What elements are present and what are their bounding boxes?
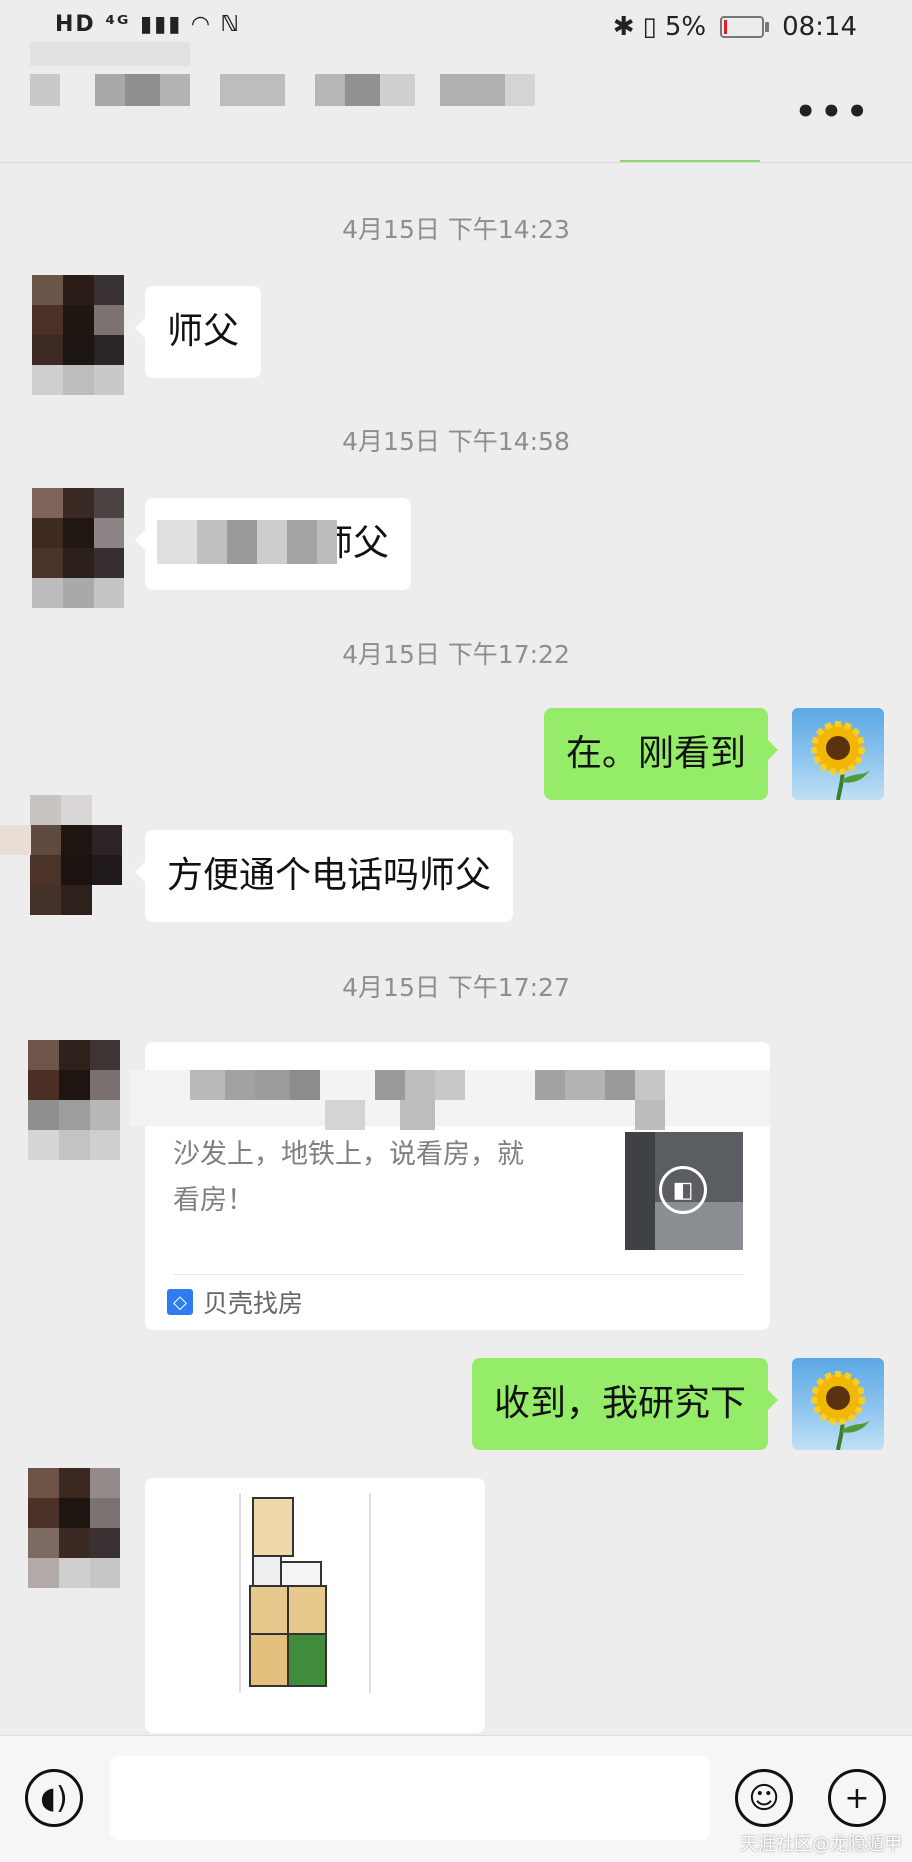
sunflower-icon <box>811 1371 870 1450</box>
input-bar: ◖) ☺ + 天涯社区@龙隐遁甲 <box>0 1735 912 1862</box>
message-text: 收到，我研究下 <box>493 1383 746 1424</box>
message-bubble-received[interactable]: 方便通个电话吗师父 <box>134 830 514 922</box>
emoji-button[interactable]: ☺ <box>735 1769 793 1827</box>
card-source: ◇ 贝壳找房 <box>167 1284 303 1320</box>
message-bubble-sent[interactable]: 在。刚看到 <box>543 708 779 800</box>
message-bubble-received[interactable]: 师父 <box>134 286 262 378</box>
chat-header: ••• <box>0 42 912 163</box>
status-right: ✱ ▯ 5% 08:14 <box>613 12 857 42</box>
bluetooth-icon: ✱ <box>612 12 635 42</box>
floorplan-image[interactable] <box>145 1478 485 1733</box>
watermark: 天涯社区@龙隐遁甲 <box>740 1834 902 1855</box>
link-card[interactable]: 沙发上，地铁上，说看房，就 看房！ ◧ ◇ 贝壳找房 <box>130 1042 770 1330</box>
message-input[interactable] <box>110 1756 710 1840</box>
message-text: 在。刚看到 <box>565 733 746 774</box>
vibrate-icon: ▯ <box>642 12 657 42</box>
beike-logo-icon: ◇ <box>167 1289 193 1315</box>
loading-bar <box>620 160 760 162</box>
timestamp: 4月15日 下午17:27 <box>342 973 570 1002</box>
timestamp: 4月15日 下午14:23 <box>342 215 570 244</box>
timestamp: 4月15日 下午17:22 <box>342 640 570 669</box>
contact-avatar[interactable] <box>0 795 122 915</box>
message-bubble-received[interactable]: 师父 <box>134 498 412 590</box>
emoji-icon: ☺ <box>748 1780 780 1816</box>
message-bubble-sent[interactable]: 收到，我研究下 <box>471 1358 779 1450</box>
contact-avatar[interactable] <box>28 1468 120 1588</box>
my-avatar[interactable] <box>792 1358 884 1450</box>
message-text: 方便通个电话吗师父 <box>167 855 492 896</box>
my-avatar[interactable] <box>792 708 884 800</box>
card-thumbnail: ◧ <box>625 1132 743 1250</box>
status-indicators: HD ⁴ᴳ ▮▮▮ ◠ ℕ <box>55 12 241 37</box>
clock: 08:14 <box>782 12 857 42</box>
sunflower-icon <box>811 721 870 800</box>
timestamp: 4月15日 下午14:58 <box>342 427 570 456</box>
floorplan-drawing <box>239 1493 371 1693</box>
message-text: 师父 <box>167 311 240 352</box>
more-options-button[interactable]: ••• <box>795 92 872 132</box>
plus-icon: + <box>844 1780 870 1816</box>
contact-avatar[interactable] <box>32 275 124 395</box>
vr-icon: ◧ <box>659 1166 707 1214</box>
card-description: 沙发上，地铁上，说看房，就 看房！ <box>173 1139 524 1216</box>
voice-input-button[interactable]: ◖) <box>25 1769 83 1827</box>
contact-avatar[interactable] <box>28 1040 120 1160</box>
battery-percent: 5% <box>664 12 707 42</box>
more-functions-button[interactable]: + <box>828 1769 886 1827</box>
battery-icon <box>720 16 770 38</box>
voice-icon: ◖) <box>40 1780 68 1816</box>
contact-avatar[interactable] <box>32 488 124 608</box>
